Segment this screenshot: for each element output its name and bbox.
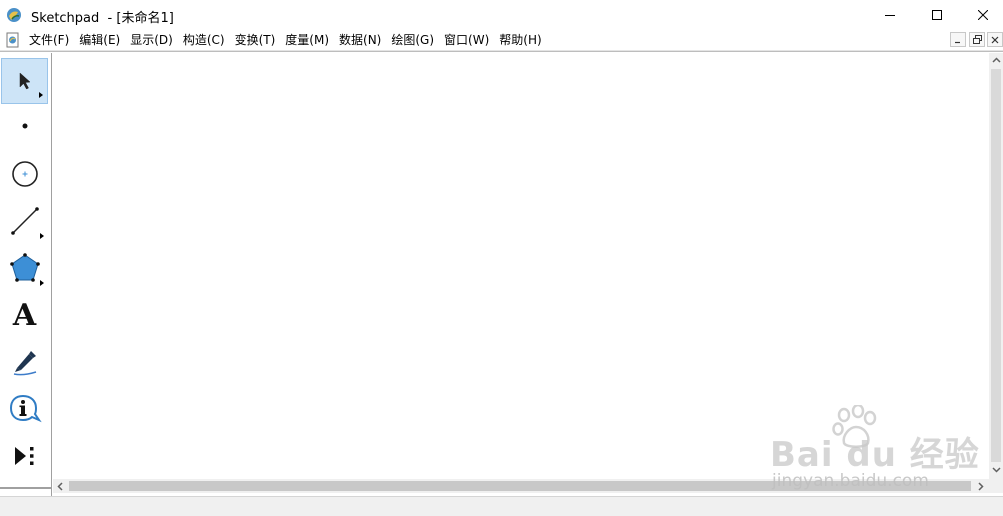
toolbox: A xyxy=(0,53,52,496)
doc-close-button[interactable] xyxy=(987,32,1003,47)
horizontal-scroll-thumb[interactable] xyxy=(69,481,971,491)
menu-edit[interactable]: 编辑(E) xyxy=(74,30,125,50)
document-title: - [未命名1] xyxy=(99,11,174,26)
sketchpad-window: Sketchpad - [未命名1] 文件(F) 编辑(E) 显示(D) 构造(… xyxy=(0,0,1003,516)
horizontal-scrollbar[interactable] xyxy=(53,479,989,493)
circle-icon xyxy=(11,161,38,187)
menu-display[interactable]: 显示(D) xyxy=(125,30,178,50)
custom-tool[interactable] xyxy=(1,433,48,479)
doc-restore-icon xyxy=(972,35,982,44)
menu-items: 文件(F) 编辑(E) 显示(D) 构造(C) 变换(T) 度量(M) 数据(N… xyxy=(24,30,547,50)
menu-bar: 文件(F) 编辑(E) 显示(D) 构造(C) 变换(T) 度量(M) 数据(N… xyxy=(0,30,1003,50)
arrow-tool[interactable] xyxy=(1,58,48,104)
sketch-canvas[interactable] xyxy=(53,53,989,479)
arrow-pointer-icon xyxy=(19,72,31,90)
chevron-up-icon xyxy=(991,57,1001,63)
chevron-left-icon xyxy=(57,481,63,491)
menu-file[interactable]: 文件(F) xyxy=(24,30,74,50)
text-tool[interactable]: A xyxy=(1,293,48,339)
vertical-scrollbar[interactable] xyxy=(989,53,1003,479)
close-button[interactable] xyxy=(960,0,1003,30)
tool-submenu-indicator xyxy=(40,233,44,239)
close-icon xyxy=(978,10,988,20)
info-bubble-icon xyxy=(9,394,42,423)
marker-pen-icon xyxy=(13,351,36,376)
information-tool[interactable] xyxy=(1,386,48,432)
menu-measure[interactable]: 度量(M) xyxy=(280,30,334,50)
menu-construct[interactable]: 构造(C) xyxy=(178,30,230,50)
scroll-left-button[interactable] xyxy=(53,479,67,493)
marker-tool[interactable] xyxy=(1,339,48,385)
minimize-button[interactable] xyxy=(867,0,913,30)
scrollbar-corner xyxy=(989,479,1003,493)
scroll-up-button[interactable] xyxy=(989,53,1003,67)
scroll-right-button[interactable] xyxy=(974,479,988,493)
point-icon xyxy=(22,123,27,129)
menu-transform[interactable]: 变换(T) xyxy=(230,30,281,50)
doc-minimize-icon xyxy=(955,41,960,43)
status-bar xyxy=(0,496,1003,516)
sketchpad-app-icon[interactable] xyxy=(6,7,22,23)
chevron-right-icon xyxy=(978,481,984,491)
tool-submenu-indicator xyxy=(40,280,44,286)
segment-icon xyxy=(10,207,39,235)
play-dots-icon xyxy=(14,447,33,465)
menu-help[interactable]: 帮助(H) xyxy=(494,30,546,50)
tool-submenu-indicator xyxy=(39,92,43,98)
doc-minimize-button[interactable] xyxy=(950,32,966,47)
app-name: Sketchpad xyxy=(31,11,100,26)
vertical-scroll-thumb[interactable] xyxy=(991,69,1001,462)
straightedge-tool[interactable] xyxy=(1,198,48,244)
compass-tool[interactable] xyxy=(1,151,48,197)
window-title: Sketchpad - [未命名1] xyxy=(31,7,174,26)
scroll-down-button[interactable] xyxy=(989,463,1003,477)
polygon-tool[interactable] xyxy=(1,245,48,291)
title-bar[interactable]: Sketchpad - [未命名1] xyxy=(0,0,1003,30)
maximize-icon xyxy=(932,10,942,20)
text-a-icon: A xyxy=(12,298,37,333)
document-icon[interactable] xyxy=(5,32,21,48)
menu-separator xyxy=(0,50,1003,52)
point-tool[interactable] xyxy=(1,103,48,149)
menu-number[interactable]: 数据(N) xyxy=(334,30,386,50)
menu-window[interactable]: 窗口(W) xyxy=(439,30,494,50)
chevron-down-icon xyxy=(991,467,1001,473)
maximize-button[interactable] xyxy=(914,0,960,30)
toolbox-divider xyxy=(0,487,52,489)
menu-graph[interactable]: 绘图(G) xyxy=(386,30,439,50)
pentagon-icon xyxy=(9,253,40,282)
minimize-icon xyxy=(885,15,895,16)
doc-restore-button[interactable] xyxy=(969,32,985,47)
doc-close-icon xyxy=(991,36,999,43)
